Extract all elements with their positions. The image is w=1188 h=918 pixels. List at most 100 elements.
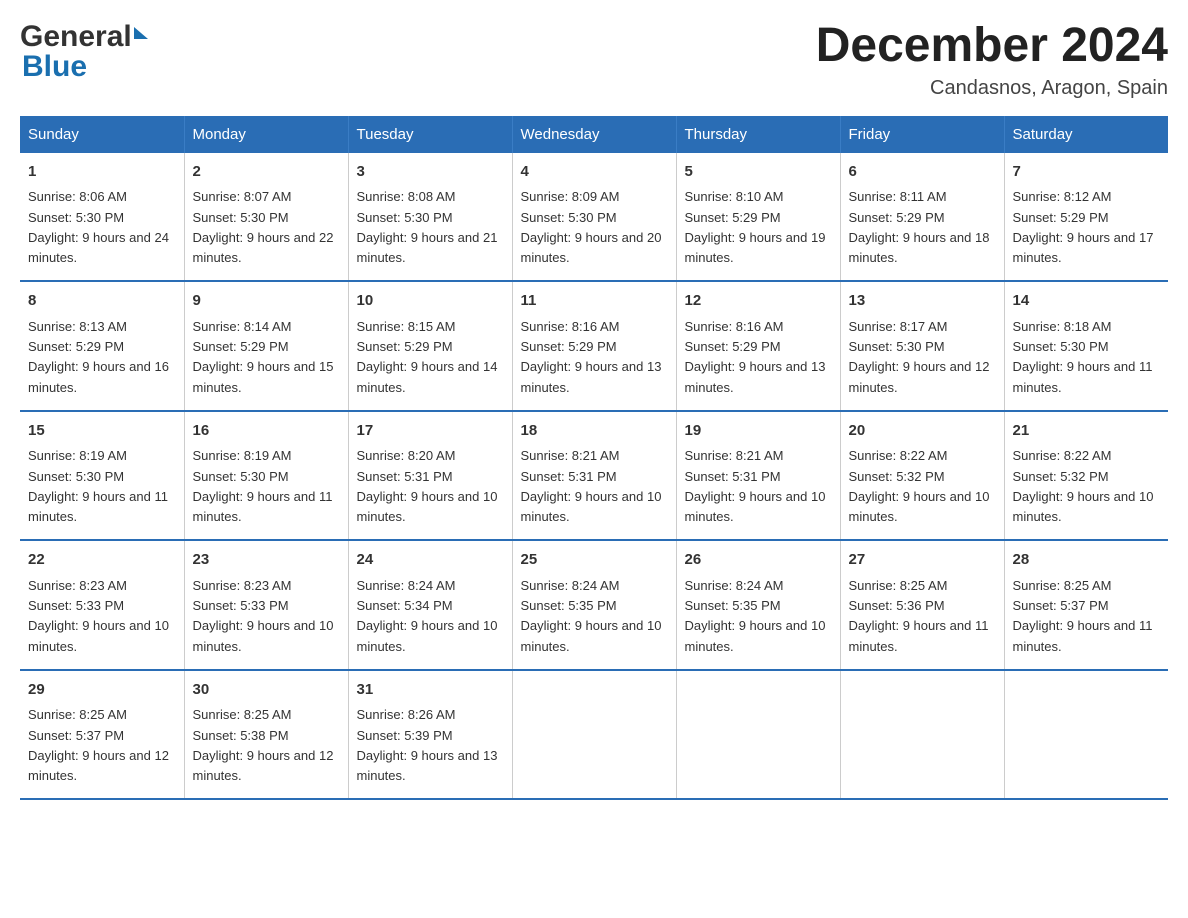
calendar-day-cell: 13 Sunrise: 8:17 AM Sunset: 5:30 PM Dayl… (840, 281, 1004, 411)
day-sunrise: Sunrise: 8:13 AM (28, 319, 127, 334)
day-sunset: Sunset: 5:29 PM (521, 339, 617, 354)
day-daylight: Daylight: 9 hours and 11 minutes. (193, 489, 333, 524)
day-number: 11 (521, 290, 668, 313)
day-number: 19 (685, 420, 832, 443)
calendar-day-cell: 11 Sunrise: 8:16 AM Sunset: 5:29 PM Dayl… (512, 281, 676, 411)
day-daylight: Daylight: 9 hours and 10 minutes. (357, 618, 498, 653)
calendar-day-cell: 2 Sunrise: 8:07 AM Sunset: 5:30 PM Dayli… (184, 153, 348, 282)
day-sunset: Sunset: 5:30 PM (521, 210, 617, 225)
title-section: December 2024 Candasnos, Aragon, Spain (816, 20, 1168, 100)
day-daylight: Daylight: 9 hours and 14 minutes. (357, 359, 498, 394)
day-number: 2 (193, 161, 340, 184)
calendar-day-cell: 17 Sunrise: 8:20 AM Sunset: 5:31 PM Dayl… (348, 411, 512, 541)
day-number: 21 (1013, 420, 1161, 443)
calendar-day-cell: 31 Sunrise: 8:26 AM Sunset: 5:39 PM Dayl… (348, 670, 512, 800)
day-number: 5 (685, 161, 832, 184)
calendar-day-cell: 16 Sunrise: 8:19 AM Sunset: 5:30 PM Dayl… (184, 411, 348, 541)
day-number: 31 (357, 679, 504, 702)
day-daylight: Daylight: 9 hours and 11 minutes. (1013, 618, 1153, 653)
page-title: December 2024 (816, 20, 1168, 73)
calendar-day-cell: 29 Sunrise: 8:25 AM Sunset: 5:37 PM Dayl… (20, 670, 184, 800)
day-sunrise: Sunrise: 8:23 AM (28, 578, 127, 593)
day-number: 22 (28, 549, 176, 572)
calendar-header-row: SundayMondayTuesdayWednesdayThursdayFrid… (20, 116, 1168, 153)
day-daylight: Daylight: 9 hours and 19 minutes. (685, 230, 826, 265)
day-daylight: Daylight: 9 hours and 10 minutes. (849, 489, 990, 524)
day-number: 25 (521, 549, 668, 572)
day-daylight: Daylight: 9 hours and 22 minutes. (193, 230, 334, 265)
calendar-day-cell: 1 Sunrise: 8:06 AM Sunset: 5:30 PM Dayli… (20, 153, 184, 282)
calendar-day-cell: 27 Sunrise: 8:25 AM Sunset: 5:36 PM Dayl… (840, 540, 1004, 670)
day-daylight: Daylight: 9 hours and 18 minutes. (849, 230, 990, 265)
day-sunrise: Sunrise: 8:14 AM (193, 319, 292, 334)
calendar-header-cell: Wednesday (512, 116, 676, 153)
day-sunset: Sunset: 5:39 PM (357, 728, 453, 743)
day-sunrise: Sunrise: 8:22 AM (1013, 448, 1112, 463)
calendar-day-cell: 10 Sunrise: 8:15 AM Sunset: 5:29 PM Dayl… (348, 281, 512, 411)
calendar-header-cell: Monday (184, 116, 348, 153)
day-sunset: Sunset: 5:29 PM (849, 210, 945, 225)
day-sunrise: Sunrise: 8:24 AM (521, 578, 620, 593)
day-sunrise: Sunrise: 8:20 AM (357, 448, 456, 463)
day-number: 28 (1013, 549, 1161, 572)
day-sunrise: Sunrise: 8:11 AM (849, 189, 947, 204)
calendar-day-cell (1004, 670, 1168, 800)
calendar-day-cell: 25 Sunrise: 8:24 AM Sunset: 5:35 PM Dayl… (512, 540, 676, 670)
day-daylight: Daylight: 9 hours and 12 minutes. (193, 748, 334, 783)
day-sunrise: Sunrise: 8:17 AM (849, 319, 948, 334)
day-number: 17 (357, 420, 504, 443)
calendar-header-cell: Thursday (676, 116, 840, 153)
day-daylight: Daylight: 9 hours and 10 minutes. (357, 489, 498, 524)
calendar-day-cell (512, 670, 676, 800)
day-sunrise: Sunrise: 8:24 AM (685, 578, 784, 593)
calendar-day-cell: 19 Sunrise: 8:21 AM Sunset: 5:31 PM Dayl… (676, 411, 840, 541)
calendar-week-row: 15 Sunrise: 8:19 AM Sunset: 5:30 PM Dayl… (20, 411, 1168, 541)
day-sunrise: Sunrise: 8:16 AM (685, 319, 784, 334)
day-sunrise: Sunrise: 8:26 AM (357, 707, 456, 722)
day-daylight: Daylight: 9 hours and 10 minutes. (28, 618, 169, 653)
day-sunrise: Sunrise: 8:16 AM (521, 319, 620, 334)
day-sunset: Sunset: 5:29 PM (685, 210, 781, 225)
day-sunset: Sunset: 5:30 PM (357, 210, 453, 225)
day-sunrise: Sunrise: 8:24 AM (357, 578, 456, 593)
logo-blue-text: Blue (22, 50, 87, 84)
day-number: 15 (28, 420, 176, 443)
calendar-body: 1 Sunrise: 8:06 AM Sunset: 5:30 PM Dayli… (20, 153, 1168, 800)
calendar-day-cell: 9 Sunrise: 8:14 AM Sunset: 5:29 PM Dayli… (184, 281, 348, 411)
calendar-day-cell: 15 Sunrise: 8:19 AM Sunset: 5:30 PM Dayl… (20, 411, 184, 541)
calendar-header-cell: Saturday (1004, 116, 1168, 153)
day-sunrise: Sunrise: 8:09 AM (521, 189, 620, 204)
page-subtitle: Candasnos, Aragon, Spain (816, 77, 1168, 100)
day-daylight: Daylight: 9 hours and 15 minutes. (193, 359, 334, 394)
day-number: 3 (357, 161, 504, 184)
day-daylight: Daylight: 9 hours and 24 minutes. (28, 230, 169, 265)
day-number: 14 (1013, 290, 1161, 313)
day-sunset: Sunset: 5:33 PM (28, 598, 124, 613)
calendar-header-cell: Friday (840, 116, 1004, 153)
day-sunrise: Sunrise: 8:07 AM (193, 189, 292, 204)
calendar-day-cell: 18 Sunrise: 8:21 AM Sunset: 5:31 PM Dayl… (512, 411, 676, 541)
day-sunset: Sunset: 5:30 PM (1013, 339, 1109, 354)
day-sunset: Sunset: 5:29 PM (193, 339, 289, 354)
day-sunrise: Sunrise: 8:15 AM (357, 319, 456, 334)
day-number: 26 (685, 549, 832, 572)
day-sunset: Sunset: 5:31 PM (521, 469, 617, 484)
day-number: 12 (685, 290, 832, 313)
day-sunrise: Sunrise: 8:23 AM (193, 578, 292, 593)
calendar-day-cell: 23 Sunrise: 8:23 AM Sunset: 5:33 PM Dayl… (184, 540, 348, 670)
calendar-week-row: 29 Sunrise: 8:25 AM Sunset: 5:37 PM Dayl… (20, 670, 1168, 800)
day-sunset: Sunset: 5:29 PM (357, 339, 453, 354)
day-sunset: Sunset: 5:30 PM (28, 210, 124, 225)
day-sunrise: Sunrise: 8:21 AM (521, 448, 620, 463)
day-sunrise: Sunrise: 8:19 AM (193, 448, 292, 463)
day-sunset: Sunset: 5:30 PM (28, 469, 124, 484)
day-daylight: Daylight: 9 hours and 16 minutes. (28, 359, 169, 394)
day-daylight: Daylight: 9 hours and 10 minutes. (1013, 489, 1154, 524)
day-sunset: Sunset: 5:32 PM (849, 469, 945, 484)
day-sunrise: Sunrise: 8:21 AM (685, 448, 784, 463)
calendar-header-cell: Sunday (20, 116, 184, 153)
day-daylight: Daylight: 9 hours and 10 minutes. (521, 618, 662, 653)
day-sunset: Sunset: 5:37 PM (1013, 598, 1109, 613)
logo-arrow-icon (134, 27, 148, 39)
calendar-day-cell: 8 Sunrise: 8:13 AM Sunset: 5:29 PM Dayli… (20, 281, 184, 411)
